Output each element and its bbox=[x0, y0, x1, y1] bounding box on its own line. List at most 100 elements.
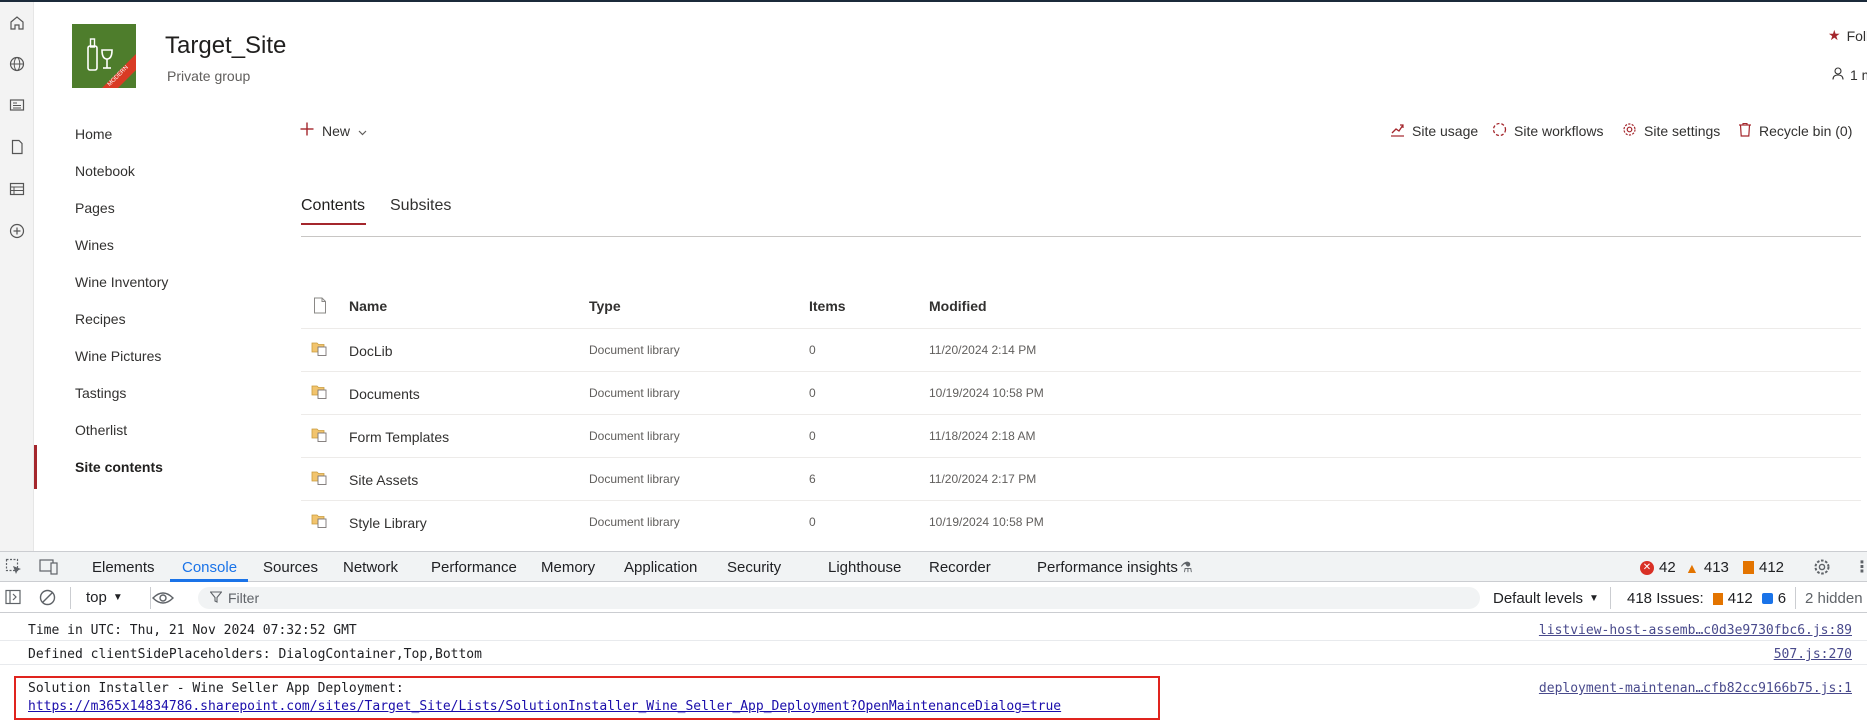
devtools-tab-memory[interactable]: Memory bbox=[541, 559, 595, 576]
highlight-annotation-box bbox=[14, 676, 1160, 720]
row-type: Document library bbox=[589, 386, 680, 400]
column-header-name[interactable]: Name bbox=[349, 298, 387, 314]
create-icon[interactable] bbox=[8, 222, 26, 240]
device-toolbar-icon[interactable] bbox=[39, 558, 59, 581]
table-row[interactable]: Site Assets Document library 6 11/20/202… bbox=[301, 457, 1861, 500]
new-button[interactable]: New bbox=[300, 122, 367, 139]
site-logo[interactable]: MODERN bbox=[72, 24, 136, 88]
lists-icon[interactable] bbox=[8, 180, 26, 198]
members-button[interactable]: 1 member bbox=[1832, 67, 1867, 83]
clear-console-icon[interactable] bbox=[39, 589, 56, 611]
table-row[interactable]: Documents Document library 0 10/19/2024 … bbox=[301, 371, 1861, 414]
table-row[interactable]: DocLib Document library 0 11/20/2024 2:1… bbox=[301, 328, 1861, 371]
devtools-tab-application[interactable]: Application bbox=[624, 559, 697, 576]
row-modified: 10/19/2024 10:58 PM bbox=[929, 386, 1044, 400]
home-icon[interactable] bbox=[8, 14, 26, 32]
devtools-tab-console[interactable]: Console bbox=[182, 559, 237, 576]
devtools-settings-icon[interactable] bbox=[1813, 558, 1831, 581]
console-message: Defined clientSidePlaceholders: DialogCo… bbox=[0, 641, 1867, 665]
filter-placeholder: Filter bbox=[228, 590, 260, 606]
filter-icon bbox=[209, 590, 223, 606]
devtools-tab-elements[interactable]: Elements bbox=[92, 559, 155, 576]
context-selector[interactable]: top ▼ bbox=[86, 589, 123, 606]
console-toolbar: top ▼ Filter Default levels ▼ 418 Issues… bbox=[0, 583, 1867, 613]
console-source-link[interactable]: listview-host-assemb…c0d3e9730fbc6.js:89 bbox=[1539, 623, 1852, 638]
devtools-tab-security[interactable]: Security bbox=[727, 559, 781, 576]
issue-flag-icon bbox=[1743, 561, 1754, 574]
row-items: 0 bbox=[809, 429, 816, 443]
news-icon[interactable] bbox=[8, 96, 26, 114]
warning-count[interactable]: ▲ 413 bbox=[1685, 559, 1729, 576]
warning-count-value: 413 bbox=[1703, 559, 1729, 576]
row-name[interactable]: Style Library bbox=[349, 515, 427, 531]
eye-icon[interactable] bbox=[152, 590, 174, 611]
site-usage-button[interactable]: Site usage bbox=[1390, 122, 1478, 140]
issues-summary[interactable]: 418 Issues: 412 6 bbox=[1627, 590, 1786, 607]
person-icon bbox=[1832, 67, 1844, 83]
new-label: New bbox=[322, 122, 351, 139]
devtools-tab-performance-insights[interactable]: Performance insights bbox=[1037, 559, 1178, 576]
tab-subsites[interactable]: Subsites bbox=[390, 197, 451, 215]
devtools-tab-sources[interactable]: Sources bbox=[263, 559, 318, 576]
row-items: 0 bbox=[809, 343, 816, 357]
devtools-tab-lighthouse[interactable]: Lighthouse bbox=[828, 559, 901, 576]
star-icon: ★ bbox=[1828, 27, 1841, 43]
row-name[interactable]: DocLib bbox=[349, 343, 393, 359]
site-settings-button[interactable]: Site settings bbox=[1622, 122, 1720, 140]
active-tab-indicator bbox=[301, 223, 366, 225]
devtools-tab-network[interactable]: Network bbox=[343, 559, 398, 576]
document-library-icon bbox=[311, 427, 328, 447]
recycle-bin-label: Recycle bin (0) bbox=[1759, 123, 1853, 139]
row-items: 0 bbox=[809, 386, 816, 400]
row-type: Document library bbox=[589, 515, 680, 529]
caret-down-icon: ▼ bbox=[112, 592, 123, 603]
flask-icon: ⚗ bbox=[1180, 559, 1193, 575]
devtools-tab-performance[interactable]: Performance bbox=[431, 559, 517, 576]
inspect-element-icon[interactable] bbox=[5, 558, 23, 581]
tab-contents[interactable]: Contents bbox=[301, 197, 365, 215]
document-library-icon bbox=[311, 384, 328, 404]
console-source-link[interactable]: 507.js:270 bbox=[1774, 647, 1852, 662]
log-levels-dropdown[interactable]: Default levels ▼ bbox=[1493, 590, 1599, 607]
left-navigation: Home Notebook Pages Wines Wine Inventory… bbox=[34, 112, 247, 551]
site-title[interactable]: Target_Site bbox=[165, 32, 286, 60]
row-name[interactable]: Site Assets bbox=[349, 472, 418, 488]
recycle-bin-button[interactable]: Recycle bin (0) bbox=[1738, 122, 1852, 140]
chart-icon bbox=[1390, 122, 1405, 140]
more-options-icon[interactable]: ⋮ bbox=[1854, 557, 1867, 577]
following-button[interactable]: ★ Following bbox=[1828, 27, 1867, 44]
sidebar-toggle-icon[interactable] bbox=[5, 589, 21, 610]
site-workflows-button[interactable]: Site workflows bbox=[1492, 122, 1603, 140]
row-modified: 11/20/2024 2:17 PM bbox=[929, 472, 1037, 486]
issues-count[interactable]: 412 bbox=[1743, 559, 1784, 576]
warning-icon: ▲ bbox=[1685, 559, 1699, 576]
globe-icon[interactable] bbox=[8, 55, 26, 73]
column-header-type[interactable]: Type bbox=[589, 298, 621, 314]
table-row[interactable]: Style Library Document library 0 10/19/2… bbox=[301, 500, 1861, 543]
toolbar-divider bbox=[70, 587, 71, 609]
row-name[interactable]: Documents bbox=[349, 386, 420, 402]
row-name[interactable]: Form Templates bbox=[349, 429, 449, 445]
console-filter-input[interactable]: Filter bbox=[198, 587, 1480, 609]
table-row[interactable]: Form Templates Document library 0 11/18/… bbox=[301, 414, 1861, 457]
row-items: 0 bbox=[809, 515, 816, 529]
devtools-tab-recorder[interactable]: Recorder bbox=[929, 559, 991, 576]
file-icon[interactable] bbox=[8, 138, 26, 156]
column-header-modified[interactable]: Modified bbox=[929, 298, 987, 314]
console-message-text: Time in UTC: Thu, 21 Nov 2024 07:32:52 G… bbox=[28, 623, 357, 638]
site-header: MODERN Target_Site Private group ★ Follo… bbox=[34, 2, 1867, 112]
column-header-items[interactable]: Items bbox=[809, 298, 846, 314]
caret-down-icon: ▼ bbox=[1589, 593, 1599, 604]
console-message-text: Defined clientSidePlaceholders: DialogCo… bbox=[28, 647, 482, 662]
error-count-value: 42 bbox=[1659, 559, 1676, 576]
site-workflows-label: Site workflows bbox=[1514, 123, 1604, 139]
active-devtools-tab-indicator bbox=[170, 579, 248, 582]
info-message-icon bbox=[1761, 593, 1773, 604]
log-levels-label: Default levels bbox=[1493, 590, 1584, 607]
error-count[interactable]: ✕ 42 bbox=[1640, 559, 1676, 576]
following-label: Following bbox=[1846, 27, 1867, 44]
console-source-link[interactable]: deployment-maintenan…cfb82cc9166b75.js:1 bbox=[1539, 681, 1852, 696]
nav-item-site-contents[interactable]: Site contents bbox=[34, 445, 247, 489]
hidden-count: 2 hidden bbox=[1805, 590, 1863, 607]
error-icon: ✕ bbox=[1640, 560, 1654, 575]
